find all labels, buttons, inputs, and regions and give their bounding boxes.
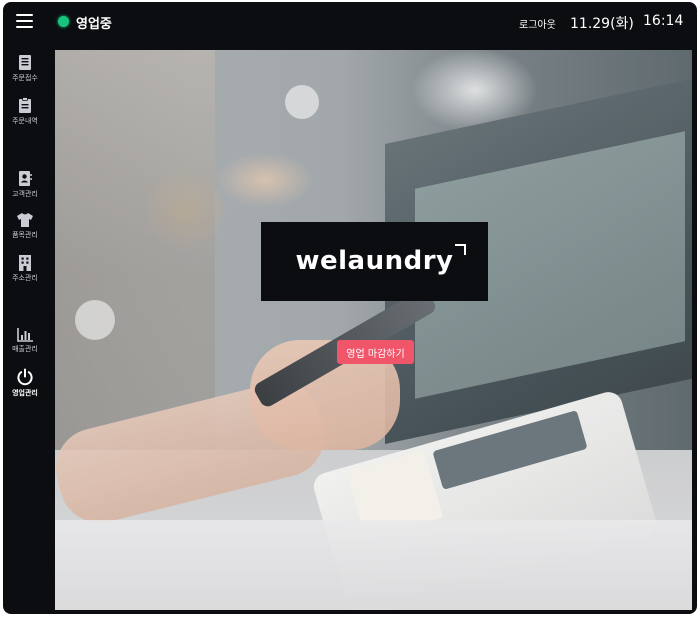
status-indicator-icon xyxy=(58,16,69,27)
clipboard-list-icon xyxy=(19,55,31,70)
top-bar: 영업중 로그아웃 11.29(화) 16:14 xyxy=(3,2,697,42)
sidebar-item-sales[interactable]: 매출관리 xyxy=(3,327,47,354)
sidebar-item-items[interactable]: 품목관리 xyxy=(3,212,47,240)
business-status-label: 영업중 xyxy=(76,17,112,32)
hamburger-menu-icon[interactable] xyxy=(16,14,33,28)
building-icon xyxy=(19,255,31,271)
power-icon xyxy=(17,368,33,386)
sidebar-item-label: 주문내역 xyxy=(12,117,38,125)
app-window: 영업중 로그아웃 11.29(화) 16:14 주문접수 주문내역 고객관리 품… xyxy=(3,2,697,614)
brand-logo-text: welaundry xyxy=(295,246,454,276)
sidebar: 주문접수 주문내역 고객관리 품목관리 주소관리 매출관리 영업관리 xyxy=(3,42,47,614)
tshirt-icon xyxy=(17,213,33,227)
current-time: 16:14 xyxy=(643,13,684,29)
sidebar-item-label: 고객관리 xyxy=(12,190,38,198)
sidebar-item-label: 품목관리 xyxy=(12,231,38,239)
clipboard-history-icon xyxy=(19,97,31,113)
sidebar-item-label: 주문접수 xyxy=(12,74,38,82)
sidebar-item-customers[interactable]: 고객관리 xyxy=(3,170,47,199)
logo-corner-mark xyxy=(455,244,466,255)
sidebar-item-addresses[interactable]: 주소관리 xyxy=(3,254,47,283)
current-date: 11.29(화) xyxy=(570,16,634,32)
logout-link[interactable]: 로그아웃 xyxy=(519,16,556,31)
close-business-button[interactable]: 영업 마감하기 xyxy=(337,340,414,364)
brand-logo: welaundry xyxy=(261,222,488,301)
contact-book-icon xyxy=(19,171,32,186)
sidebar-item-label: 매출관리 xyxy=(12,345,38,353)
main-content: welaundry 영업 마감하기 xyxy=(55,50,692,610)
sidebar-item-label: 주소관리 xyxy=(12,274,38,282)
bar-chart-icon xyxy=(16,328,33,342)
sidebar-item-order-intake[interactable]: 주문접수 xyxy=(3,54,47,83)
sidebar-item-order-history[interactable]: 주문내역 xyxy=(3,97,47,126)
sidebar-item-label: 영업관리 xyxy=(12,389,38,397)
sidebar-item-business[interactable]: 영업관리 xyxy=(3,368,47,398)
